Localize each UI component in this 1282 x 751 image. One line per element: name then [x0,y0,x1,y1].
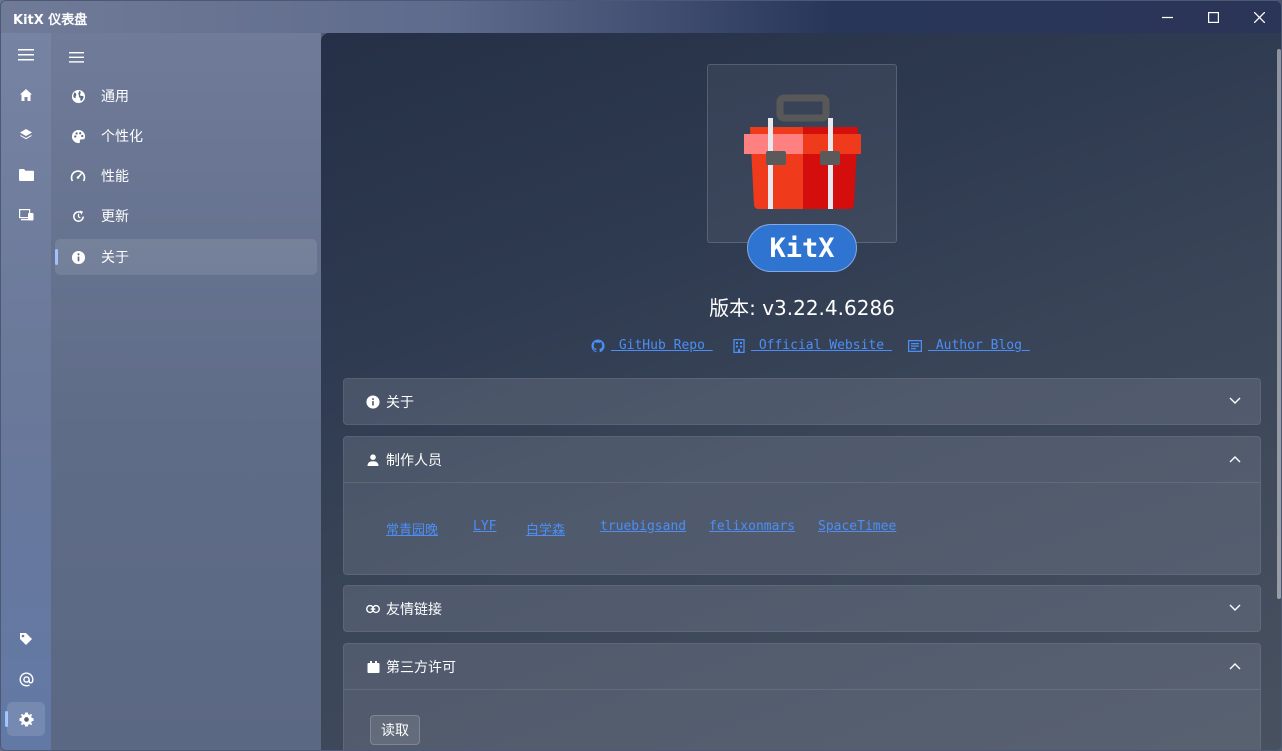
folder-icon [18,169,34,181]
settings-nav-panel: 通用 个性化 性能 更新 关于 [51,33,321,750]
rail-plugins-button[interactable] [7,118,45,152]
credit-link[interactable]: 常青园晚 [386,519,438,538]
settings-nav-about[interactable]: 关于 [55,239,317,275]
credits-expander-header[interactable]: 制作人员 [344,437,1260,482]
gear-icon [18,711,34,727]
version-label: 版本: v3.22.4.6286 [709,296,895,320]
vertical-scrollbar[interactable] [1277,49,1281,599]
chevron-up-icon [1228,659,1242,673]
about-expander: 关于 [343,378,1261,425]
link-label: GitHub Repo [611,338,713,353]
settings-nav-toggle[interactable] [65,47,87,67]
expander-title: 友情链接 [386,600,442,617]
about-page: KitX 版本: v3.22.4.6286 GitHub Repo Offici… [321,33,1281,750]
chevron-down-icon [1228,394,1242,408]
github-icon [591,338,605,352]
at-icon [19,671,34,686]
settings-nav-performance[interactable]: 性能 [55,158,317,194]
official-website-link[interactable]: Official Website [733,338,892,353]
palette-icon [69,127,87,145]
hamburger-icon [18,49,34,61]
link-icon [366,602,380,616]
third-party-license-expander: 第三方许可 读取 [343,643,1261,750]
globe-icon [69,87,87,105]
credits-list: 常青园晚 LYF 白学森 truebigsand felixonmars Spa… [344,482,1260,574]
person-icon [366,453,380,467]
info-icon [366,394,380,409]
app-window: KitX 仪表盘 通用 个性化 性能 更新 关于 KitX 版本: v3.22.… [0,0,1282,751]
link-label: Author Blog [928,338,1030,353]
speedometer-icon [69,167,87,185]
credit-link[interactable]: LYF [473,519,496,534]
rail-tags-button[interactable] [7,622,45,656]
rail-menu-button[interactable] [7,38,45,72]
rail-devices-button[interactable] [7,198,45,232]
read-license-button[interactable]: 读取 [370,715,420,745]
expander-title: 制作人员 [386,451,442,468]
license-expander-header[interactable]: 第三方许可 [344,644,1260,689]
title-bar[interactable]: KitX 仪表盘 [1,1,1281,33]
credit-link[interactable]: SpaceTimee [818,519,896,534]
expander-title: 第三方许可 [386,658,456,675]
settings-nav-label: 更新 [101,208,129,224]
settings-nav-label: 通用 [101,88,129,104]
rail-account-button[interactable] [7,662,45,696]
app-logo-frame [707,64,897,243]
maximize-button[interactable] [1190,1,1236,33]
settings-nav-label: 个性化 [101,128,143,144]
home-icon [20,89,32,101]
external-links: GitHub Repo Official Website Author Blog [321,338,1281,358]
settings-nav-update[interactable]: 更新 [55,198,317,234]
friend-links-expander-header[interactable]: 友情链接 [344,586,1260,631]
credits-expander: 制作人员 常青园晚 LYF 白学森 truebigsand felixonmar… [343,436,1261,575]
expander-title: 关于 [386,393,414,410]
link-label: Official Website [751,338,892,353]
about-expander-header[interactable]: 关于 [344,379,1260,424]
info-icon [69,248,87,266]
settings-nav-personalize[interactable]: 个性化 [55,118,317,154]
close-icon [1253,11,1265,23]
github-repo-link[interactable]: GitHub Repo [591,338,713,353]
refresh-icon [69,207,87,225]
minimize-button[interactable] [1144,1,1190,33]
nav-active-indicator [55,249,58,265]
app-name-badge: KitX [747,224,857,272]
layers-icon [20,129,32,140]
settings-nav-label: 关于 [101,249,129,265]
rail-repo-button[interactable] [7,158,45,192]
license-body: 读取 [344,689,1260,750]
author-blog-link[interactable]: Author Blog [908,338,1030,353]
credit-link[interactable]: truebigsand [600,519,686,534]
license-icon [366,660,380,674]
friend-links-expander: 友情链接 [343,585,1261,632]
navigation-rail [1,33,51,750]
rail-home-button[interactable] [7,78,45,112]
blog-icon [908,339,922,352]
chevron-down-icon [1228,601,1242,615]
settings-nav-label: 性能 [101,168,129,184]
tag-icon [20,633,32,645]
credit-link[interactable]: 白学森 [526,519,565,538]
close-button[interactable] [1236,1,1281,33]
building-icon [733,338,745,353]
settings-nav-general[interactable]: 通用 [55,78,317,114]
hamburger-icon [68,51,84,63]
credit-link[interactable]: felixonmars [709,519,795,534]
chevron-up-icon [1228,452,1242,466]
window-title: KitX 仪表盘 [13,13,88,28]
maximize-icon [1207,11,1219,23]
rail-settings-button[interactable] [7,702,45,736]
toolbox-logo-icon [744,94,861,209]
devices-icon [18,209,33,221]
minimize-icon [1161,16,1173,18]
